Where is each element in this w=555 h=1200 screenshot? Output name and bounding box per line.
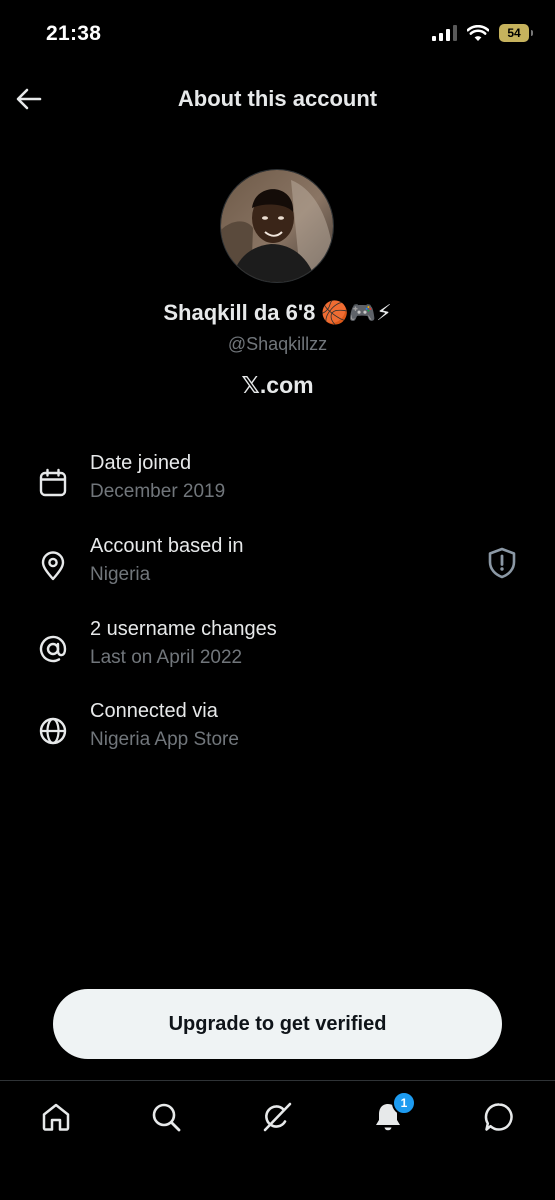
at-icon [36, 632, 70, 666]
avatar[interactable] [220, 169, 334, 283]
info-connected-via: Connected via Nigeria App Store [0, 700, 555, 764]
location-pin-icon [36, 549, 70, 583]
header: About this account [0, 72, 555, 126]
notification-count-badge: 1 [392, 1091, 416, 1115]
upgrade-to-verified-button[interactable]: Upgrade to get verified [53, 989, 502, 1059]
info-username-changes: 2 username changes Last on April 2022 [0, 618, 555, 682]
page-title: About this account [177, 86, 378, 111]
battery-icon: 54 [499, 24, 533, 42]
info-label: Connected via [90, 700, 218, 722]
info-value: December 2019 [90, 481, 226, 502]
tab-search[interactable] [146, 1097, 186, 1137]
status-bar: 21:38 54 [0, 0, 555, 70]
wifi-icon [467, 24, 489, 41]
info-value: Last on April 2022 [90, 647, 243, 668]
display-name: Shaqkill da 6'8 🏀🎮⚡ [163, 300, 392, 325]
status-time: 21:38 [46, 22, 102, 45]
globe-icon [36, 714, 70, 748]
shield-icon[interactable] [487, 547, 517, 579]
search-icon [152, 1103, 181, 1132]
tab-notifications[interactable]: 1 [368, 1091, 416, 1137]
info-account-based-in: Account based in Nigeria [0, 535, 555, 599]
messages-icon [484, 1103, 513, 1131]
profile-photo [221, 170, 333, 282]
calendar-icon [36, 466, 70, 500]
site-label: 𝕏.com [241, 372, 314, 398]
tab-grok[interactable] [257, 1097, 297, 1137]
home-icon [42, 1103, 70, 1131]
grok-icon [263, 1102, 292, 1132]
info-label: 2 username changes [90, 618, 277, 640]
status-icons: 54 [432, 24, 533, 42]
battery-level: 54 [507, 26, 521, 40]
tab-messages[interactable] [479, 1097, 519, 1137]
username-handle: @Shaqkillzz [227, 334, 328, 354]
info-value: Nigeria App Store [90, 729, 239, 750]
bottom-tab-bar: 1 [0, 1080, 555, 1200]
info-label: Date joined [90, 452, 192, 474]
info-label: Account based in [90, 535, 244, 557]
info-date-joined: Date joined December 2019 [0, 452, 555, 516]
cellular-signal-icon [432, 25, 457, 41]
tab-home[interactable] [36, 1097, 76, 1137]
info-value: Nigeria [90, 564, 151, 585]
